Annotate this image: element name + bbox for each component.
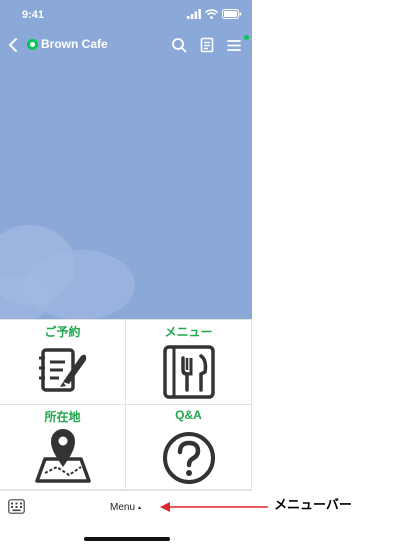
location-map-pin-icon [35,429,91,483]
question-mark-icon [163,432,215,484]
rich-menu-reservation[interactable]: ご予約 [0,320,126,405]
notification-dot [244,35,249,40]
status-icons [187,8,242,20]
rich-menu-qa[interactable]: Q&A [126,405,252,490]
caret-up-icon: ▴ [138,504,142,511]
menu-toggle-label: Menu [110,501,136,513]
rich-menu-menu[interactable]: メニュー [126,320,252,405]
menu-cutlery-icon [163,345,215,399]
chat-title: Brown Cafe [41,37,108,51]
status-bar: 9:41 [0,0,252,30]
home-indicator [84,537,170,541]
chat-header: Brown Cafe [0,30,252,60]
battery-icon [222,9,242,19]
phone-screen: 9:41 Brown Cafe ご予約 メニュー 所在地 Q&A Menu ▴ [0,0,252,546]
rich-menu-qa-label: Q&A [175,408,202,422]
back-chevron-icon[interactable] [6,35,20,55]
chat-area [0,60,252,319]
hamburger-menu-icon[interactable] [226,37,242,53]
menu-toggle-button[interactable]: Menu ▴ [110,499,141,515]
signal-icon [187,9,201,19]
reservation-notepad-icon [39,348,87,392]
annotation-arrow-icon [160,502,268,512]
search-icon[interactable] [171,37,187,53]
official-account-icon [27,39,38,50]
cloud-background-decoration [0,225,135,319]
wifi-icon [205,9,218,19]
status-time: 9:41 [22,9,45,21]
rich-menu-location[interactable]: 所在地 [0,405,126,490]
keyboard-icon[interactable] [8,499,25,514]
rich-menu: ご予約 メニュー 所在地 Q&A [0,319,252,490]
annotation-label: メニューバー [274,497,352,512]
notes-icon[interactable] [199,37,215,53]
